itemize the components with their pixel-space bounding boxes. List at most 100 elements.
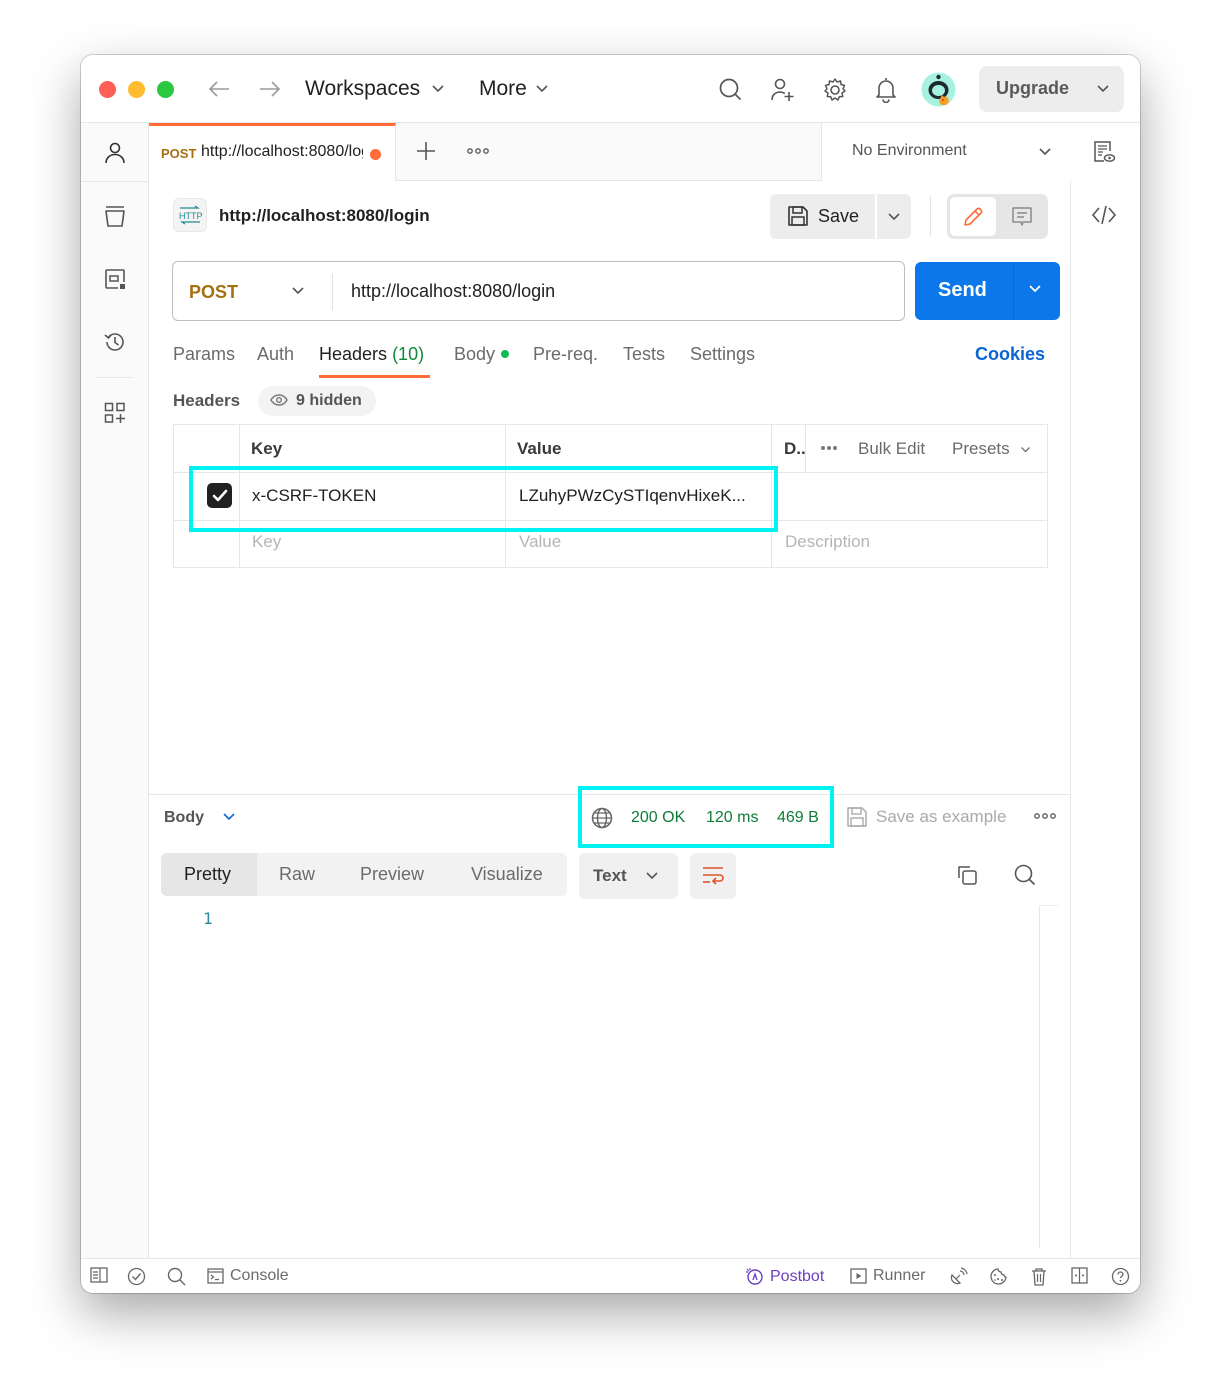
- response-pane-divider[interactable]: [149, 794, 1070, 795]
- invite-user-icon[interactable]: [770, 77, 796, 102]
- tab-settings[interactable]: Settings: [690, 344, 755, 365]
- runner-button[interactable]: Runner: [850, 1267, 925, 1285]
- new-value-placeholder[interactable]: Value: [519, 532, 561, 552]
- tab-pre-request[interactable]: Pre-req.: [533, 344, 598, 365]
- sidebar-item-configure[interactable]: [81, 385, 149, 441]
- network-globe-icon[interactable]: [591, 807, 613, 829]
- tab-auth[interactable]: Auth: [257, 344, 294, 365]
- hidden-headers-toggle[interactable]: 9 hidden: [258, 386, 376, 416]
- send-button[interactable]: Send: [915, 262, 1060, 320]
- request-tab[interactable]: POST http://localhost:8080/login: [149, 123, 396, 181]
- tab-params[interactable]: Params: [173, 344, 235, 365]
- response-format-dropdown[interactable]: Text: [579, 853, 678, 899]
- environment-quick-look-button[interactable]: [1068, 123, 1140, 181]
- wrap-lines-button[interactable]: [690, 853, 736, 899]
- save-example-disk-icon: [846, 806, 868, 828]
- response-size[interactable]: 469 B: [777, 809, 819, 827]
- column-options-more-icon[interactable]: [820, 445, 838, 451]
- tab-body[interactable]: Body: [454, 344, 495, 365]
- cookies-icon[interactable]: [989, 1267, 1008, 1286]
- sidebar-item-history[interactable]: [81, 314, 149, 370]
- chevron-down-icon: [888, 212, 900, 220]
- sidebar-item-environments[interactable]: [81, 251, 149, 307]
- header-key-cell[interactable]: x-CSRF-TOKEN: [252, 486, 376, 506]
- settings-gear-icon[interactable]: [822, 77, 848, 103]
- tab-headers[interactable]: Headers (10): [319, 344, 424, 365]
- tab-options-more-icon[interactable]: [467, 147, 489, 155]
- wrap-lines-icon: [703, 867, 724, 885]
- row-divider: [174, 520, 1047, 521]
- view-preview[interactable]: Preview: [360, 864, 424, 885]
- maximize-window-button[interactable]: [157, 81, 174, 98]
- search-response-icon[interactable]: [1013, 863, 1037, 887]
- sidebar-item-account[interactable]: [81, 125, 149, 181]
- tab-tests[interactable]: Tests: [623, 344, 665, 365]
- console-button[interactable]: Console: [207, 1267, 289, 1285]
- sidebar-item-collections[interactable]: [81, 188, 149, 244]
- send-divider: [1013, 262, 1014, 320]
- cookies-link[interactable]: Cookies: [975, 344, 1045, 365]
- upgrade-button[interactable]: Upgrade: [979, 66, 1124, 112]
- forward-arrow-icon[interactable]: [258, 79, 282, 99]
- code-snippet-icon[interactable]: [1091, 203, 1117, 227]
- history-icon: [104, 333, 124, 351]
- response-scrollbar[interactable]: [1039, 905, 1040, 1248]
- more-menu[interactable]: More: [479, 77, 527, 101]
- minimize-window-button[interactable]: [128, 81, 145, 98]
- request-url-bar: POST: [172, 261, 905, 321]
- sidebar-divider: [81, 181, 149, 182]
- find-search-icon[interactable]: [167, 1267, 186, 1286]
- find-replace-check-icon[interactable]: [127, 1267, 146, 1286]
- response-scrollbar-cap: [1039, 905, 1059, 906]
- view-visualize[interactable]: Visualize: [471, 864, 543, 885]
- url-input[interactable]: [351, 281, 891, 302]
- save-options-dropdown[interactable]: [877, 194, 911, 239]
- help-question-icon[interactable]: [1111, 1267, 1130, 1286]
- body-has-content-dot: [501, 350, 509, 358]
- edit-mode-button[interactable]: [950, 197, 996, 236]
- request-title[interactable]: http://localhost:8080/login: [219, 206, 430, 226]
- chevron-down-icon: [535, 84, 549, 94]
- sidebar-divider: [97, 377, 133, 378]
- header-enabled-checkbox[interactable]: [207, 483, 232, 508]
- user-avatar[interactable]: [921, 72, 956, 107]
- save-button[interactable]: Save: [770, 194, 875, 239]
- view-pretty[interactable]: Pretty: [184, 864, 231, 885]
- view-raw[interactable]: Raw: [279, 864, 315, 885]
- checkmark-icon: [212, 489, 227, 502]
- capture-requests-satellite-icon[interactable]: [949, 1267, 968, 1286]
- header-value-cell[interactable]: LZuhyPWzCySTIqenvHixeK...: [519, 486, 746, 506]
- apps-add-icon: [104, 402, 125, 423]
- right-context-bar: [1070, 181, 1140, 1258]
- notifications-bell-icon[interactable]: [875, 76, 897, 103]
- http-request-icon: HTTP: [173, 198, 207, 232]
- presets-dropdown[interactable]: Presets: [952, 439, 1010, 459]
- response-time[interactable]: 120 ms: [706, 809, 758, 827]
- response-status[interactable]: 200 OK: [631, 809, 685, 827]
- new-tab-plus-icon[interactable]: [415, 140, 437, 162]
- save-as-example-button[interactable]: Save as example: [876, 807, 1006, 827]
- url-divider: [332, 274, 333, 310]
- response-section-selector[interactable]: Body: [164, 809, 204, 827]
- method-selector[interactable]: POST: [189, 282, 238, 303]
- trash-icon[interactable]: [1031, 1267, 1047, 1286]
- two-pane-view-icon[interactable]: [1071, 1267, 1088, 1284]
- toggle-sidebar-icon[interactable]: [90, 1267, 108, 1283]
- environment-selector[interactable]: No Environment: [821, 123, 1068, 181]
- back-arrow-icon[interactable]: [207, 79, 231, 99]
- response-more-options-icon[interactable]: [1034, 812, 1056, 820]
- search-icon[interactable]: [718, 77, 743, 102]
- comments-mode-button[interactable]: [999, 197, 1045, 236]
- bulk-edit-button[interactable]: Bulk Edit: [858, 439, 925, 459]
- close-window-button[interactable]: [99, 81, 116, 98]
- key-column-header: Key: [251, 439, 283, 458]
- copy-response-icon[interactable]: [955, 863, 979, 887]
- postbot-button[interactable]: Postbot: [745, 1267, 824, 1286]
- chevron-down-icon: [1020, 446, 1031, 454]
- description-column-header[interactable]: D..: [784, 439, 806, 459]
- new-description-placeholder[interactable]: Description: [785, 532, 870, 552]
- workspaces-menu[interactable]: Workspaces: [305, 77, 420, 101]
- send-options-chevron-icon[interactable]: [1028, 284, 1042, 294]
- line-number: 1: [203, 909, 213, 928]
- new-key-placeholder[interactable]: Key: [252, 532, 281, 552]
